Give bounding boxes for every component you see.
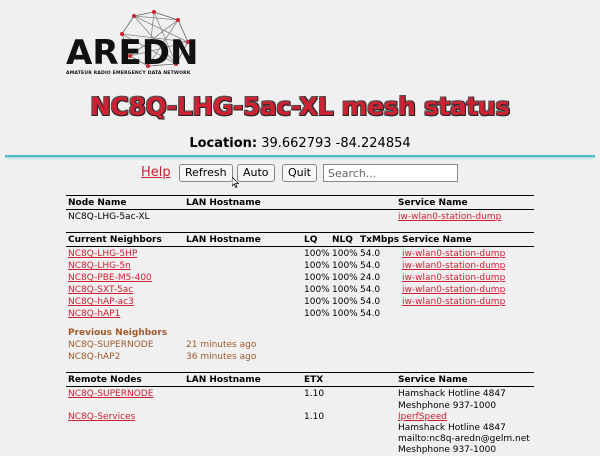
nlq-value: 100% bbox=[332, 297, 358, 307]
table-rule bbox=[66, 246, 534, 247]
search-input[interactable] bbox=[323, 164, 458, 182]
neighbors-table-header: Current Neighbors LAN Hostname LQ NLQ Tx… bbox=[0, 234, 600, 246]
nlq-value: 100% bbox=[332, 261, 358, 271]
col-service-name: Service Name bbox=[402, 235, 472, 245]
tx-value: 24.0 bbox=[360, 273, 381, 283]
col-current-neighbors: Current Neighbors bbox=[68, 235, 162, 245]
table-rule bbox=[66, 195, 534, 196]
previous-neighbors-label: Previous Neighbors bbox=[68, 328, 168, 338]
col-lq: LQ bbox=[304, 235, 318, 245]
node-name: NC8Q-LHG-5ac-XL bbox=[68, 212, 150, 222]
etx-value: 1.10 bbox=[304, 389, 325, 399]
remote-node-link[interactable]: NC8Q-Services bbox=[68, 412, 135, 422]
list-item: NC8Q-hAP2 36 minutes ago bbox=[0, 351, 600, 363]
previous-neighbor-ago: 36 minutes ago bbox=[186, 352, 257, 362]
service-text: Meshphone 937-1000 bbox=[398, 445, 497, 455]
col-service-name: Service Name bbox=[398, 375, 468, 385]
table-row: NC8Q-hAP-ac3 100% 100% 54.0 iw-wlan0-sta… bbox=[0, 296, 600, 308]
aredn-logo: AREDN AMATEUR RADIO EMERGENCY DATA NETWO… bbox=[66, 10, 198, 76]
refresh-button[interactable]: Refresh bbox=[179, 164, 233, 182]
tx-value: 54.0 bbox=[360, 309, 381, 319]
col-etx: ETX bbox=[304, 375, 324, 385]
neighbor-link[interactable]: NC8Q-hAP-ac3 bbox=[68, 297, 134, 307]
service-link[interactable]: IperfSpeed bbox=[398, 412, 447, 422]
service-link[interactable]: iw-wlan0-station-dump bbox=[398, 212, 501, 222]
service-link[interactable]: iw-wlan0-station-dump bbox=[402, 285, 505, 295]
page-title: NC8Q-LHG-5ac-XL mesh status bbox=[90, 92, 510, 121]
location-line: Location: 39.662793 -84.224854 bbox=[0, 136, 600, 151]
nlq-value: 100% bbox=[332, 273, 358, 283]
table-row: NC8Q-LHG-5HP 100% 100% 54.0 iw-wlan0-sta… bbox=[0, 248, 600, 260]
table-rule bbox=[66, 386, 534, 387]
lq-value: 100% bbox=[304, 297, 330, 307]
previous-neighbor-ago: 21 minutes ago bbox=[186, 340, 257, 350]
table-row: NC8Q-PBE-M5-400 100% 100% 24.0 iw-wlan0-… bbox=[0, 272, 600, 284]
service-link[interactable]: iw-wlan0-station-dump bbox=[402, 249, 505, 259]
table-row: NC8Q-LHG-5ac-XL iw-wlan0-station-dump bbox=[0, 211, 600, 223]
col-nlq: NLQ bbox=[332, 235, 353, 245]
tx-value: 54.0 bbox=[360, 285, 381, 295]
mouse-cursor-icon bbox=[232, 177, 240, 188]
col-lan-hostname: LAN Hostname bbox=[186, 235, 261, 245]
table-rule bbox=[66, 372, 534, 373]
col-remote-nodes: Remote Nodes bbox=[68, 375, 142, 385]
previous-neighbors-heading: Previous Neighbors bbox=[0, 327, 600, 339]
table-row: NC8Q-hAP1 100% 100% 54.0 bbox=[0, 308, 600, 320]
table-rule bbox=[66, 232, 534, 233]
help-link[interactable]: Help bbox=[141, 165, 171, 180]
previous-neighbor-name: NC8Q-SUPERNODE bbox=[68, 340, 154, 350]
lq-value: 100% bbox=[304, 261, 330, 271]
logo-text: AREDN bbox=[66, 33, 199, 73]
table-row: Meshphone 937-1000 bbox=[0, 444, 600, 456]
neighbor-link[interactable]: NC8Q-PBE-M5-400 bbox=[68, 273, 152, 283]
lq-value: 100% bbox=[304, 249, 330, 259]
table-row: NC8Q-SXT-5ac 100% 100% 54.0 iw-wlan0-sta… bbox=[0, 284, 600, 296]
service-link[interactable]: iw-wlan0-station-dump bbox=[402, 273, 505, 283]
tx-value: 54.0 bbox=[360, 261, 381, 271]
location-value: 39.662793 -84.224854 bbox=[261, 136, 411, 151]
location-label: Location: bbox=[189, 136, 258, 151]
col-service-name: Service Name bbox=[398, 198, 468, 208]
logo-subtitle: AMATEUR RADIO EMERGENCY DATA NETWORK bbox=[66, 71, 191, 76]
remote-node-link[interactable]: NC8Q-SUPERNODE bbox=[68, 389, 153, 399]
previous-neighbor-name: NC8Q-hAP2 bbox=[68, 352, 121, 362]
col-lan-hostname: LAN Hostname bbox=[186, 375, 261, 385]
nlq-value: 100% bbox=[332, 309, 358, 319]
divider bbox=[5, 155, 595, 157]
nlq-value: 100% bbox=[332, 285, 358, 295]
toolbar: Help Refresh Auto Quit bbox=[0, 164, 600, 184]
lq-value: 100% bbox=[304, 309, 330, 319]
lq-value: 100% bbox=[304, 273, 330, 283]
table-row: NC8Q-SUPERNODE 1.10 Hamshack Hotline 484… bbox=[0, 388, 600, 400]
nlq-value: 100% bbox=[332, 249, 358, 259]
service-link[interactable]: iw-wlan0-station-dump bbox=[402, 261, 505, 271]
lq-value: 100% bbox=[304, 285, 330, 295]
neighbor-link[interactable]: NC8Q-SXT-5ac bbox=[68, 285, 133, 295]
tx-value: 54.0 bbox=[360, 249, 381, 259]
col-txmbps: TxMbps bbox=[360, 235, 400, 245]
service-link[interactable]: iw-wlan0-station-dump bbox=[402, 297, 505, 307]
neighbor-link[interactable]: NC8Q-LHG-5n bbox=[68, 261, 131, 271]
neighbor-link[interactable]: NC8Q-hAP1 bbox=[68, 309, 120, 319]
table-rule bbox=[66, 209, 534, 210]
table-row: NC8Q-LHG-5n 100% 100% 54.0 iw-wlan0-stat… bbox=[0, 260, 600, 272]
node-table-header: Node Name LAN Hostname Service Name bbox=[0, 197, 600, 209]
list-item: NC8Q-SUPERNODE 21 minutes ago bbox=[0, 339, 600, 351]
col-lan-hostname: LAN Hostname bbox=[186, 198, 261, 208]
service-text: Hamshack Hotline 4847 bbox=[398, 389, 506, 399]
quit-button[interactable]: Quit bbox=[282, 164, 317, 182]
col-node-name: Node Name bbox=[68, 198, 127, 208]
remote-table-header: Remote Nodes LAN Hostname ETX Service Na… bbox=[0, 374, 600, 386]
auto-button[interactable]: Auto bbox=[237, 164, 275, 182]
neighbor-link[interactable]: NC8Q-LHG-5HP bbox=[68, 249, 137, 259]
tx-value: 54.0 bbox=[360, 297, 381, 307]
